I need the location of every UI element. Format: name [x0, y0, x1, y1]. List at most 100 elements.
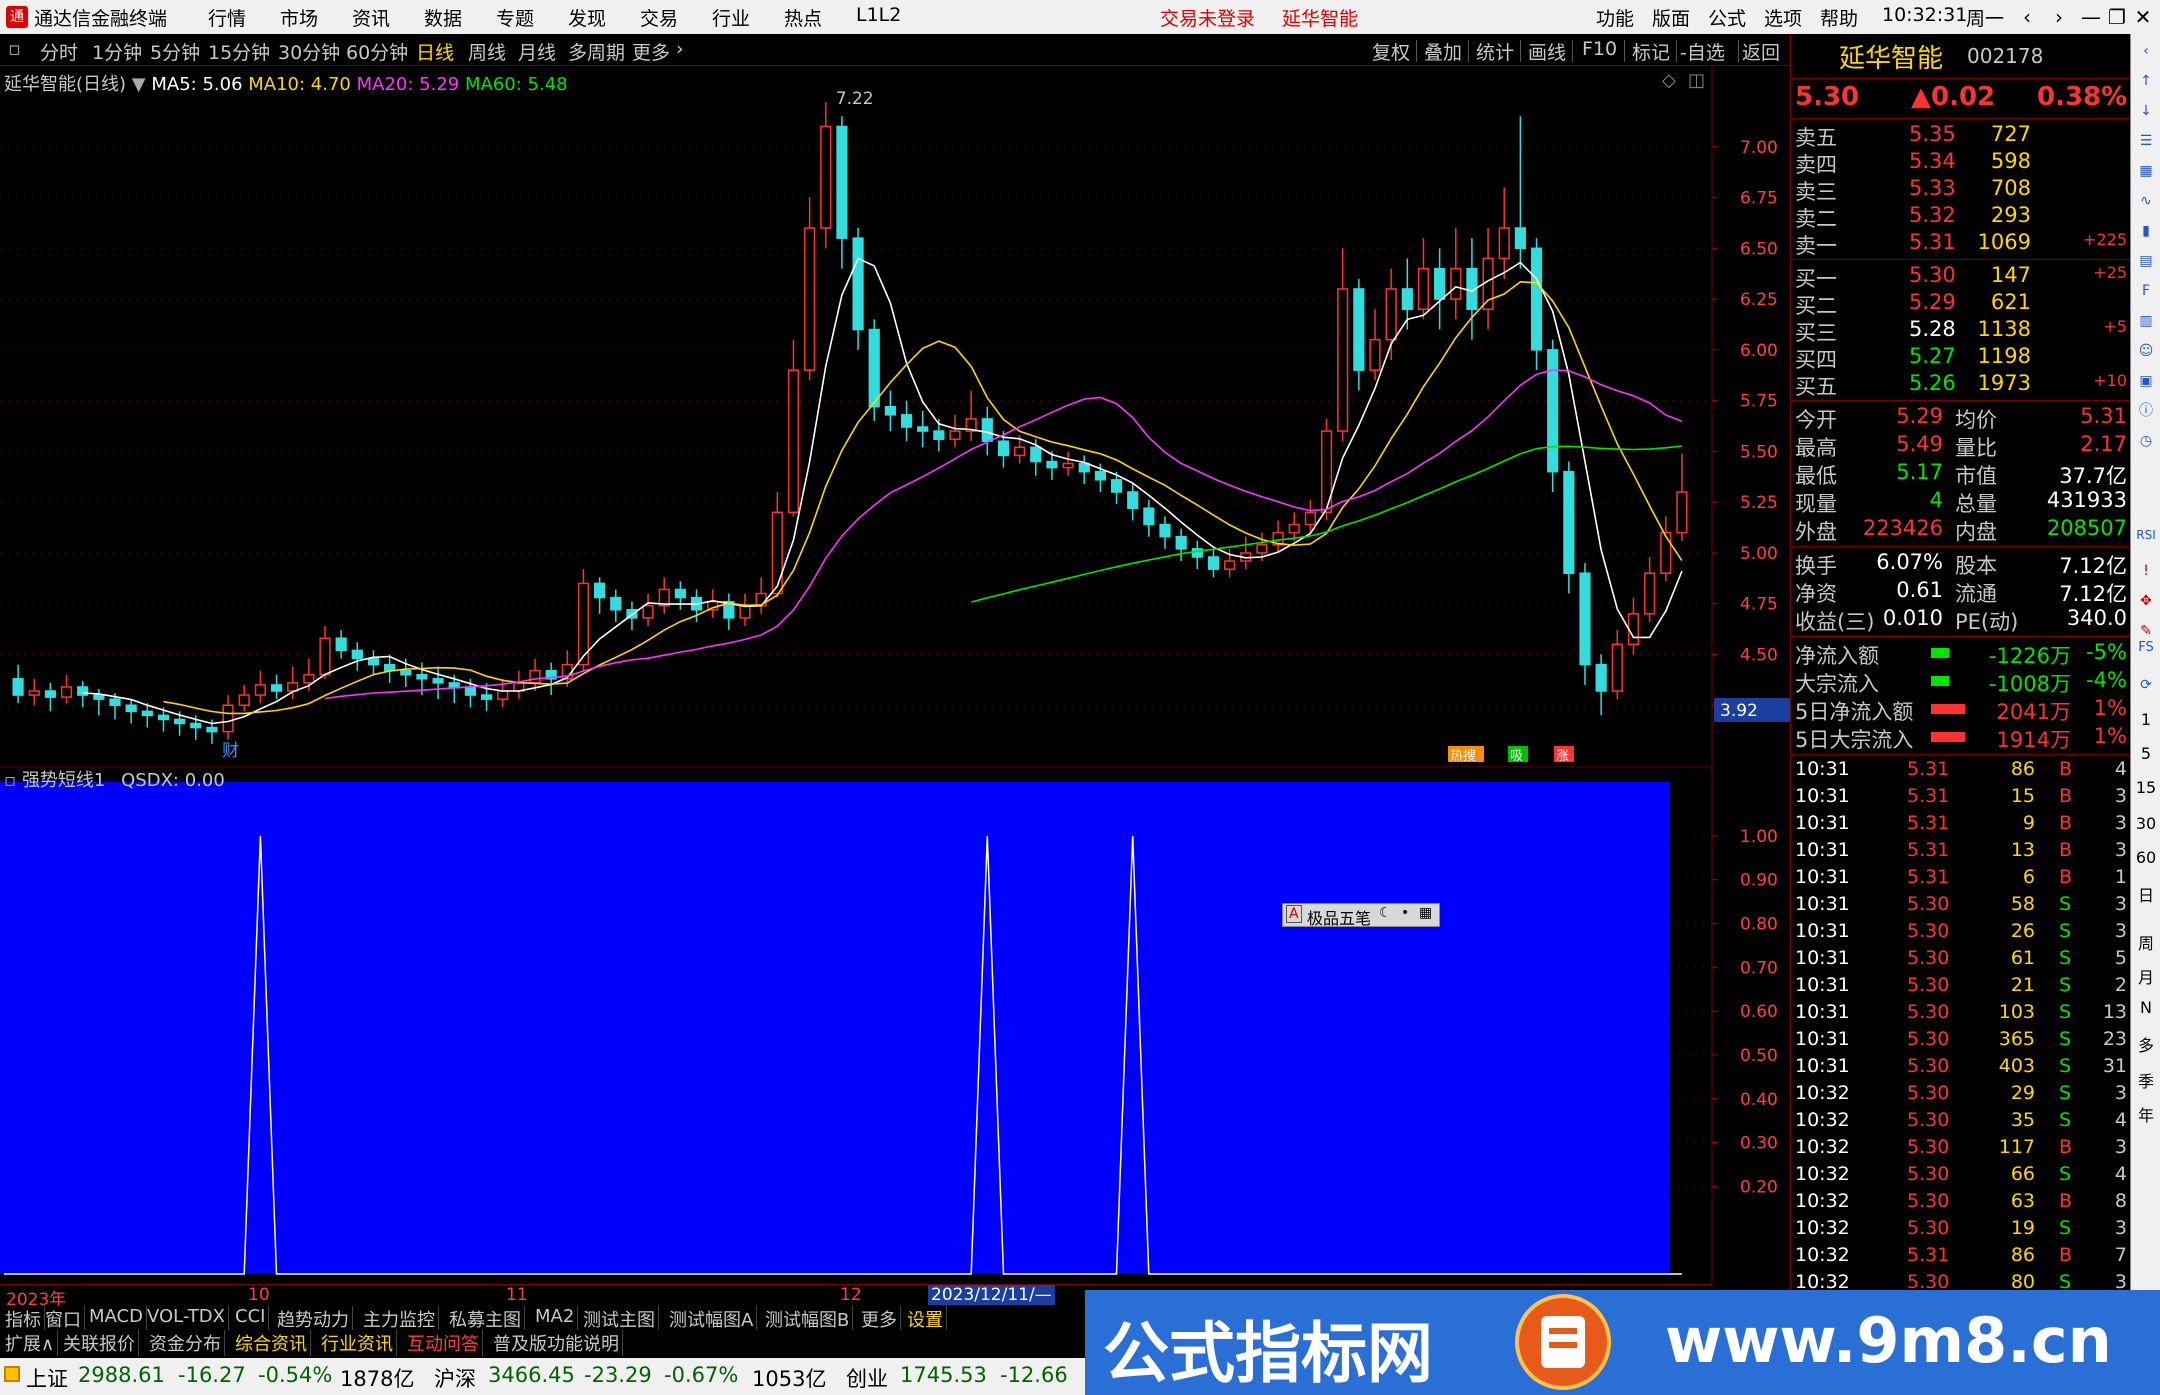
window-toggle-icon[interactable]: ◫ — [1688, 70, 1705, 91]
rsi-button[interactable]: RSI — [2131, 528, 2160, 542]
right-menu-4[interactable]: 帮助 — [1820, 4, 1858, 31]
clock-icon[interactable]: ◷ — [2135, 430, 2157, 452]
toolbar-button-5[interactable]: 标记 — [1632, 38, 1670, 65]
bid-row[interactable]: 买二 5.29 621 — [1791, 290, 2131, 318]
ime-keyboard-icon[interactable]: ▦ — [1419, 905, 1432, 921]
toolbar-button-3[interactable]: 画线 — [1528, 38, 1566, 65]
right-menu-1[interactable]: 版面 — [1652, 4, 1690, 31]
chevron-left-icon[interactable]: ‹ — [2135, 40, 2157, 62]
bid-row[interactable]: 买四 5.27 1198 — [1791, 344, 2131, 372]
indicator-tab[interactable]: 测试幅图B — [762, 1306, 854, 1332]
period-shortcut[interactable]: 多 — [2131, 1032, 2160, 1056]
menu-item-0[interactable]: 行情 — [208, 4, 246, 31]
info-icon[interactable]: ⓘ — [2135, 400, 2157, 422]
indicator-toggle-icon[interactable]: ▫ — [4, 770, 16, 791]
indicator-svg[interactable]: 1.00 0.90 0.80 0.70 0.60 0.50 0.40 0.30 0.20 — [0, 766, 1790, 1286]
bar-chart-icon[interactable]: ▮ — [2135, 220, 2157, 242]
menu-item-2[interactable]: 资讯 — [352, 4, 390, 31]
close-icon[interactable]: ✕ — [2128, 3, 2158, 31]
ask-row[interactable]: 卖一 5.31 1069 +225 — [1791, 230, 2131, 258]
kline-svg[interactable]: 7.00 6.75 6.50 6.25 6.00 5.75 5.50 5.25 5.00 4.75… — [0, 66, 1790, 766]
period-shortcut[interactable]: 5 — [2131, 744, 2160, 763]
login-status[interactable]: 交易未登录 — [1160, 4, 1255, 31]
info-tab[interactable]: 综合资讯 — [232, 1330, 311, 1356]
finance-icon[interactable]: F — [2135, 280, 2157, 302]
period-shortcut[interactable]: 1 — [2131, 710, 2160, 729]
diamond-icon[interactable]: ◇ — [1662, 70, 1676, 91]
fs-button[interactable]: FS — [2131, 640, 2160, 655]
indicator-tab[interactable]: 趋势动力 — [274, 1306, 353, 1332]
toolbar-button-6[interactable]: -自选 — [1680, 38, 1725, 65]
move-icon[interactable]: ✥ — [2135, 590, 2157, 612]
info-tab[interactable]: 互动问答 — [404, 1330, 483, 1356]
table-icon[interactable]: ▥ — [2135, 310, 2157, 332]
menu-item-6[interactable]: 交易 — [640, 4, 678, 31]
period-tab-8[interactable]: 月线 — [518, 38, 556, 65]
indicator-tab[interactable]: 设置 — [904, 1306, 947, 1332]
people-icon[interactable]: ☺ — [2135, 340, 2157, 362]
ask-row[interactable]: 卖二 5.32 293 — [1791, 203, 2131, 231]
ask-row[interactable]: 卖五 5.35 727 — [1791, 122, 2131, 150]
period-tab-7[interactable]: 周线 — [468, 38, 506, 65]
indicator-tab[interactable]: VOL-TDX — [144, 1306, 229, 1332]
refresh-icon[interactable]: ⟳ — [2135, 674, 2157, 696]
indicator-chart[interactable]: 1.00 0.90 0.80 0.70 0.60 0.50 0.40 0.30 0.20 ▫ 强… — [0, 766, 1778, 1286]
info-tab[interactable]: 行业资讯 — [318, 1330, 397, 1356]
grid-icon[interactable]: ▦ — [2135, 160, 2157, 182]
bid-row[interactable]: 买五 5.26 1973 +10 — [1791, 371, 2131, 399]
indicator-tab[interactable]: MA2 — [532, 1306, 579, 1332]
menu-item-9[interactable]: L1L2 — [856, 4, 901, 26]
period-shortcut[interactable]: 月 — [2131, 964, 2160, 988]
menu-item-5[interactable]: 发现 — [568, 4, 606, 31]
period-tab-6[interactable]: 日线 — [416, 38, 454, 65]
period-tab-1[interactable]: 1分钟 — [92, 38, 142, 65]
toolbar-button-0[interactable]: 复权 — [1372, 38, 1410, 65]
right-menu-2[interactable]: 公式 — [1708, 4, 1746, 31]
event-marker[interactable]: 热搜 — [1450, 749, 1476, 764]
period-tab-2[interactable]: 5分钟 — [150, 38, 200, 65]
indicator-tab[interactable]: 测试主图 — [580, 1306, 659, 1332]
indicator-tab[interactable]: 窗口 — [42, 1306, 85, 1332]
indicator-tab[interactable]: MACD — [86, 1306, 147, 1332]
period-tab-10[interactable]: 更多 — [632, 38, 670, 65]
ime-toolbar[interactable]: A 极品五笔 ☾ • ▦ — [1282, 903, 1440, 928]
ime-moon-icon[interactable]: ☾ — [1379, 905, 1392, 921]
main-kline-chart[interactable]: 7.00 6.75 6.50 6.25 6.00 5.75 5.50 5.25 5.00 4.75… — [0, 66, 1790, 766]
f10-icon[interactable]: ▣ — [2135, 370, 2157, 392]
indicator-tab[interactable]: 私募主图 — [446, 1306, 525, 1332]
period-tab-5[interactable]: 60分钟 — [346, 38, 408, 65]
period-shortcut[interactable]: 日 — [2131, 882, 2160, 906]
ime-mode-icon[interactable]: A — [1286, 905, 1302, 923]
toolbar-button-4[interactable]: F10 — [1582, 38, 1617, 60]
list-icon[interactable]: ☰ — [2135, 130, 2157, 152]
info-tab[interactable]: 资金分布 — [146, 1330, 225, 1356]
bid-row[interactable]: 买三 5.28 1138 +5 — [1791, 317, 2131, 345]
status-icon[interactable] — [4, 1366, 20, 1382]
period-tab-4[interactable]: 30分钟 — [278, 38, 340, 65]
indicator-tab[interactable]: 主力监控 — [360, 1306, 439, 1332]
panel-toggle-icon[interactable]: ▫ — [8, 38, 21, 60]
indicator-tab[interactable]: 指标 — [2, 1306, 45, 1332]
alert-icon[interactable]: ! — [2135, 560, 2157, 582]
right-menu-0[interactable]: 功能 — [1596, 4, 1634, 31]
toolbar-button-7[interactable]: 返回 — [1742, 38, 1780, 65]
pen-icon[interactable]: ✎ — [2135, 620, 2157, 642]
toolbar-button-1[interactable]: 叠加 — [1424, 38, 1462, 65]
right-menu-3[interactable]: 选项 — [1764, 4, 1802, 31]
period-shortcut[interactable]: 周 — [2131, 930, 2160, 954]
period-tab-3[interactable]: 15分钟 — [208, 38, 270, 65]
period-tab-0[interactable]: 分时 — [40, 38, 78, 65]
period-shortcut[interactable]: 年 — [2131, 1102, 2160, 1126]
event-marker[interactable]: 吸 — [1510, 749, 1523, 764]
hs-name[interactable]: 沪深 — [434, 1363, 476, 1393]
indicator-tab[interactable]: 测试幅图A — [666, 1306, 758, 1332]
period-shortcut[interactable]: N — [2131, 998, 2160, 1017]
indicator-tab[interactable]: CCI — [232, 1306, 270, 1332]
info-tab[interactable]: 关联报价 — [60, 1330, 139, 1356]
line-chart-icon[interactable]: ∿ — [2135, 190, 2157, 212]
down-arrow-icon[interactable]: ↓ — [2135, 100, 2157, 122]
info-tab[interactable]: 普及版功能说明 — [490, 1330, 623, 1356]
event-marker[interactable]: 涨 — [1556, 749, 1569, 764]
period-shortcut[interactable]: 30 — [2131, 814, 2160, 833]
ime-punct-icon[interactable]: • — [1401, 905, 1409, 921]
